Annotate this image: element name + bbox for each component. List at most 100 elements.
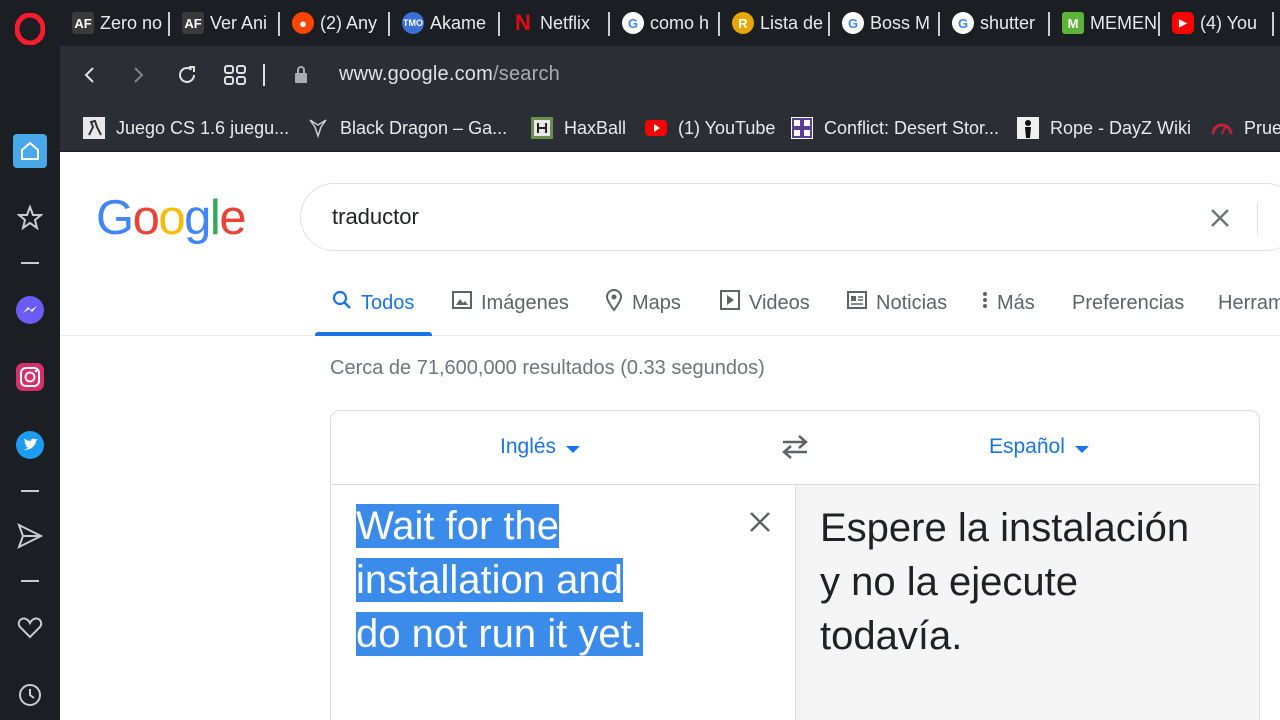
sidebar-divider [21, 580, 39, 582]
instagram-icon[interactable] [13, 360, 47, 394]
logo-letter: o [158, 191, 185, 245]
target-line: Espere la instalación [820, 506, 1190, 550]
tab-news[interactable]: Noticias [846, 288, 947, 318]
browser-tab[interactable]: ● (2) Any [280, 8, 388, 38]
heart-icon[interactable] [13, 611, 47, 645]
address-bar: www.google.com/search [60, 46, 1280, 104]
netflix-icon: N [515, 10, 531, 35]
clear-search-icon[interactable] [1206, 204, 1234, 237]
bookmark-dayz[interactable]: Rope - DayZ Wiki [1016, 113, 1191, 143]
forward-icon[interactable] [123, 60, 153, 90]
tab-images[interactable]: Imágenes [451, 288, 569, 318]
logo-letter: l [209, 191, 221, 245]
twitter-icon[interactable] [13, 428, 47, 462]
translator-header: Inglés Español [331, 411, 1259, 485]
browser-tab[interactable]: TMO Akame [390, 8, 498, 38]
source-text: Wait for the installation and do not run… [356, 499, 686, 661]
opera-logo-icon[interactable] [14, 12, 46, 46]
google-icon: G [952, 12, 974, 34]
tab-label: Maps [632, 291, 681, 314]
tab-label: Boss M [870, 12, 931, 33]
browser-tab[interactable]: N Netflix [500, 8, 608, 38]
bookmark-label: Conflict: Desert Stor... [824, 117, 1000, 138]
bookmark-conflict[interactable]: Conflict: Desert Stor... [790, 113, 999, 143]
search-query: traductor [332, 204, 419, 229]
bookmark-cs[interactable]: Juego CS 1.6 juegu... [82, 113, 289, 143]
tab-all[interactable]: Todos [331, 288, 414, 318]
send-icon[interactable] [13, 519, 47, 553]
video-icon [719, 289, 741, 317]
tab-label: Videos [749, 291, 810, 314]
search-icon [331, 289, 353, 317]
tab-label: shutter [980, 12, 1036, 33]
swap-languages-icon[interactable] [779, 433, 811, 466]
url-domain: www.google.com [339, 63, 493, 85]
browser-tab[interactable]: ▶ (4) You [1160, 8, 1268, 38]
target-line: todavía. [820, 614, 963, 658]
bookmark-label: HaxBall [564, 117, 627, 138]
tab-maps[interactable]: Maps [604, 288, 681, 318]
browser-tab[interactable]: R Lista de [720, 8, 828, 38]
clear-source-icon[interactable] [746, 508, 774, 541]
google-icon: G [842, 12, 864, 34]
history-icon[interactable] [13, 678, 47, 712]
tmo-icon: TMO [402, 12, 424, 34]
source-text-area[interactable]: Wait for the installation and do not run… [331, 485, 795, 720]
bookmark-black-dragon[interactable]: Black Dragon – Ga... [306, 113, 507, 143]
browser-tab[interactable]: AF Zero no [60, 8, 168, 38]
opera-sidebar [0, 0, 60, 720]
browser-tab[interactable]: M MEMEN [1050, 8, 1158, 38]
tabs-grid-icon[interactable] [220, 60, 250, 90]
tab-label: Imágenes [481, 291, 569, 314]
tab-bar: AF Zero no AF Ver Ani ● (2) Any TMO Akam… [60, 0, 1280, 46]
logo-letter: e [219, 191, 246, 245]
browser-tab[interactable]: G Boss M [830, 8, 938, 38]
game-icon [790, 116, 814, 140]
url-field[interactable]: www.google.com/search [339, 63, 560, 86]
target-line: y no la ejecute [820, 560, 1078, 604]
search-input[interactable]: traductor [300, 183, 1280, 251]
tab-tools[interactable]: Herram [1218, 288, 1280, 318]
tab-videos[interactable]: Videos [719, 288, 810, 318]
browser-tab[interactable]: G como h [610, 8, 718, 38]
bookmark-prue[interactable]: Prue [1210, 113, 1280, 143]
meme-icon: M [1062, 12, 1084, 34]
browser-tab[interactable]: AF Ver Ani [170, 8, 278, 38]
bookmark-label: Rope - DayZ Wiki [1050, 117, 1192, 138]
tab-preferences[interactable]: Preferencias [1072, 288, 1184, 318]
tab-label: (4) You [1200, 12, 1258, 33]
search-tabs: Todos Imágenes Maps Videos Noticias Más … [60, 272, 1280, 336]
tab-label: Akame [430, 12, 487, 33]
reload-icon[interactable] [172, 60, 202, 90]
target-language-select[interactable]: Español [989, 435, 1089, 459]
lock-icon[interactable] [286, 60, 316, 90]
messenger-icon[interactable] [13, 293, 47, 327]
back-icon[interactable] [75, 60, 105, 90]
source-language-select[interactable]: Inglés [500, 435, 581, 459]
tab-separator [1272, 12, 1274, 36]
tab-more[interactable]: Más [981, 288, 1035, 318]
result-stats: Cerca de 71,600,000 resultados (0.33 seg… [330, 357, 765, 379]
browser-tab[interactable]: G shutter [940, 8, 1048, 38]
source-line: Wait for the [356, 504, 560, 548]
sidebar-divider [21, 262, 39, 264]
haxball-icon [530, 116, 554, 140]
address-divider [263, 64, 265, 86]
star-icon[interactable] [13, 201, 47, 235]
source-language-label: Inglés [500, 435, 557, 458]
dayz-icon [1016, 116, 1040, 140]
gauge-icon [1210, 116, 1234, 140]
tab-label: Netflix [540, 12, 591, 33]
tab-label: MEMEN [1090, 12, 1157, 33]
tab-label: Herram [1218, 291, 1280, 314]
home-icon[interactable] [13, 134, 47, 168]
bookmark-youtube[interactable]: (1) YouTube [644, 113, 775, 143]
translation-output: Espere la instalación y no la ejecute to… [795, 485, 1259, 720]
google-logo[interactable]: Google [96, 190, 247, 246]
url-path: /search [492, 63, 560, 85]
bookmark-haxball[interactable]: HaxBall [530, 113, 626, 143]
bookmark-label: Prue [1244, 117, 1280, 138]
tab-label: Noticias [876, 291, 948, 314]
bookmarks-bar: Juego CS 1.6 juegu... Black Dragon – Ga.… [60, 104, 1280, 152]
news-icon [846, 289, 868, 317]
